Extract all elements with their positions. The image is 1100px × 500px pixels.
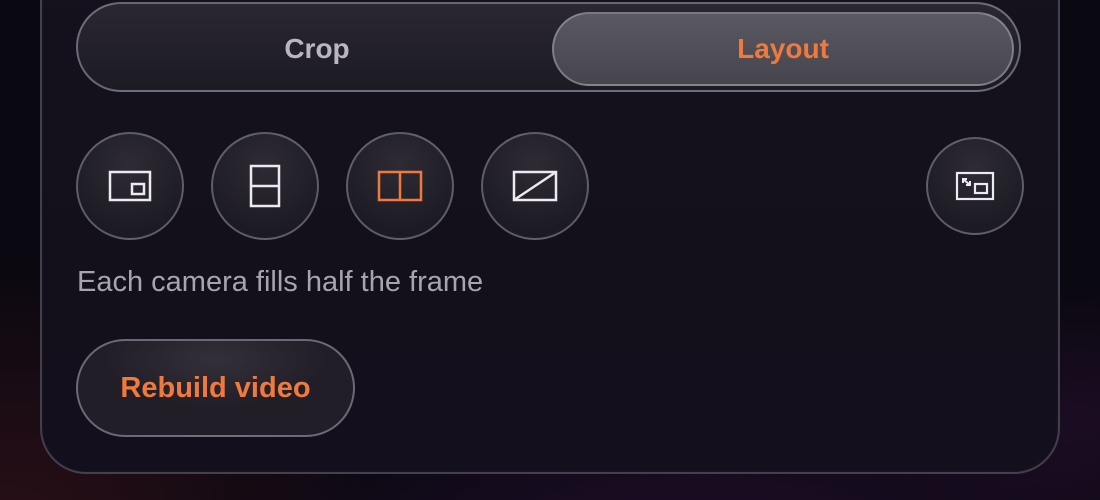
- layout-side-by-side-button[interactable]: [346, 132, 454, 240]
- layout-stacked-button[interactable]: [211, 132, 319, 240]
- swap-positions-button[interactable]: [926, 137, 1024, 235]
- layout-picture-in-picture-button[interactable]: [76, 132, 184, 240]
- tab-crop[interactable]: Crop: [86, 12, 548, 86]
- layout-diagonal-button[interactable]: [481, 132, 589, 240]
- mode-segmented-control: Crop Layout: [76, 2, 1021, 92]
- swap-positions-icon: [955, 171, 995, 201]
- rebuild-video-button[interactable]: Rebuild video: [76, 339, 355, 437]
- split-diagonal-icon: [512, 170, 558, 202]
- split-horizontal-icon: [249, 164, 281, 208]
- tab-layout[interactable]: Layout: [552, 12, 1014, 86]
- layout-description: Each camera fills half the frame: [77, 266, 484, 298]
- picture-in-picture-icon: [108, 170, 152, 202]
- split-vertical-icon: [377, 170, 423, 202]
